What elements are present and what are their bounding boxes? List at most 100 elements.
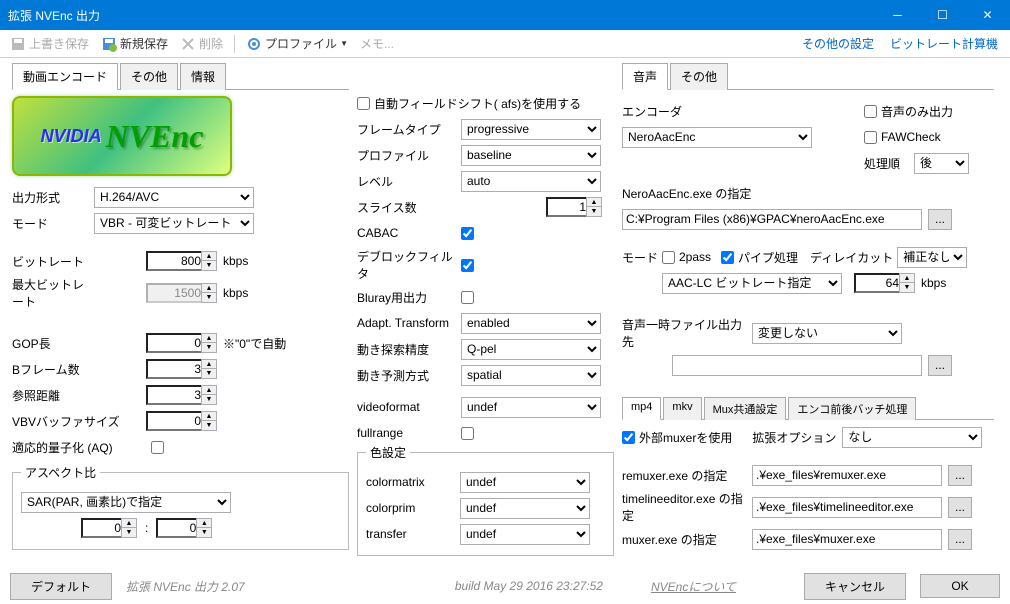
bitrate-calc-link[interactable]: ビットレート計算機 xyxy=(884,33,1004,54)
ref-spinner[interactable]: ▲▼ xyxy=(146,385,217,405)
spin-up-icon[interactable]: ▲ xyxy=(900,274,914,283)
twopass-checkbox[interactable]: 2pass xyxy=(662,250,711,264)
temp-browse-button[interactable]: ... xyxy=(928,355,952,376)
profile-select[interactable]: baseline xyxy=(461,145,601,166)
colormatrix-select[interactable]: undef xyxy=(460,472,590,493)
default-button[interactable]: デフォルト xyxy=(10,573,112,600)
cancel-button[interactable]: キャンセル xyxy=(804,573,906,600)
fawcheck-checkbox[interactable]: FAWCheck xyxy=(864,130,941,144)
afs-checkbox[interactable]: 自動フィールドシフト( afs)を使用する xyxy=(357,95,581,112)
temp-path-input[interactable] xyxy=(672,355,922,376)
ok-button[interactable]: OK xyxy=(920,574,1000,598)
aac-bitrate-input[interactable] xyxy=(854,273,899,293)
encoder-select[interactable]: NeroAacEnc xyxy=(622,127,812,148)
spin-down-icon[interactable]: ▼ xyxy=(202,369,216,378)
delaycut-select[interactable]: 補正なし xyxy=(897,247,967,268)
maximize-button[interactable]: ☐ xyxy=(920,0,965,30)
muxer-input[interactable] xyxy=(752,529,942,550)
aspect-a-spinner[interactable]: ▲▼ xyxy=(81,518,137,538)
muxer-browse-button[interactable]: ... xyxy=(948,529,972,550)
ext-muxer-checkbox[interactable]: 外部muxerを使用 xyxy=(622,429,732,446)
timeline-browse-button[interactable]: ... xyxy=(948,497,972,518)
transfer-select[interactable]: undef xyxy=(460,524,590,545)
audio-only-checkbox[interactable]: 音声のみ出力 xyxy=(864,103,953,120)
frametype-select[interactable]: progressive xyxy=(461,119,601,140)
memo-button[interactable]: メモ... xyxy=(356,33,398,54)
spin-up-icon[interactable]: ▲ xyxy=(197,519,211,528)
timeline-input[interactable] xyxy=(752,497,942,518)
mv-predict-select[interactable]: spatial xyxy=(461,365,601,386)
remuxer-browse-button[interactable]: ... xyxy=(948,465,972,486)
spin-up-icon[interactable]: ▲ xyxy=(122,519,136,528)
order-select[interactable]: 後 xyxy=(914,153,969,174)
exe-path-input[interactable] xyxy=(622,209,922,230)
spin-up-icon[interactable]: ▲ xyxy=(202,386,216,395)
ref-input[interactable] xyxy=(146,385,201,405)
gop-input[interactable] xyxy=(146,333,201,353)
mv-precision-select[interactable]: Q-pel xyxy=(461,339,601,360)
spin-down-icon[interactable]: ▼ xyxy=(587,207,601,216)
spin-up-icon[interactable]: ▲ xyxy=(202,412,216,421)
vbv-spinner[interactable]: ▲▼ xyxy=(146,411,217,431)
aspect-a-input[interactable] xyxy=(81,518,121,538)
cabac-checkbox[interactable] xyxy=(461,227,474,240)
spin-down-icon[interactable]: ▼ xyxy=(202,421,216,430)
vbv-input[interactable] xyxy=(146,411,201,431)
tab-mkv[interactable]: mkv xyxy=(663,397,701,420)
adapt-select[interactable]: enabled xyxy=(461,313,601,334)
profile-dropdown[interactable]: プロファイル ▼ xyxy=(242,33,352,54)
mode-select[interactable]: VBR - 可変ビットレート xyxy=(94,213,254,234)
spin-up-icon[interactable]: ▲ xyxy=(587,198,601,207)
spin-down-icon[interactable]: ▼ xyxy=(197,528,211,537)
spin-down-icon[interactable]: ▼ xyxy=(900,283,914,292)
slices-input[interactable] xyxy=(546,197,586,217)
delete-button[interactable]: 削除 xyxy=(176,33,227,54)
bframes-spinner[interactable]: ▲▼ xyxy=(146,359,217,379)
spin-up-icon[interactable]: ▲ xyxy=(202,252,216,261)
about-link[interactable]: NVEncについて xyxy=(651,578,736,595)
exe-browse-button[interactable]: ... xyxy=(928,209,952,230)
slices-spinner[interactable]: ▲▼ xyxy=(546,197,602,217)
tab-video-encode[interactable]: 動画エンコード xyxy=(12,63,118,90)
deblock-checkbox[interactable] xyxy=(461,259,474,272)
aq-checkbox[interactable]: 適応的量子化 (AQ) xyxy=(12,439,164,456)
aspect-mode-select[interactable]: SAR(PAR, 画素比)で指定 xyxy=(21,492,231,513)
fullrange-checkbox[interactable] xyxy=(461,427,474,440)
bframes-input[interactable] xyxy=(146,359,201,379)
ext-opts-select[interactable]: なし xyxy=(842,427,982,448)
max-bitrate-spinner[interactable]: ▲▼ xyxy=(146,283,217,303)
spin-down-icon[interactable]: ▼ xyxy=(122,528,136,537)
tab-batch[interactable]: エンコ前後バッチ処理 xyxy=(788,397,916,420)
close-button[interactable]: ✕ xyxy=(965,0,1010,30)
spin-up-icon[interactable]: ▲ xyxy=(202,334,216,343)
spin-down-icon[interactable]: ▼ xyxy=(202,261,216,270)
videoformat-select[interactable]: undef xyxy=(461,397,601,418)
remuxer-input[interactable] xyxy=(752,465,942,486)
other-settings-link[interactable]: その他の設定 xyxy=(796,33,880,54)
overwrite-save-button[interactable]: 上書き保存 xyxy=(6,33,93,54)
aspect-b-spinner[interactable]: ▲▼ xyxy=(156,518,212,538)
aac-mode-select[interactable]: AAC-LC ビットレート指定 xyxy=(662,273,842,294)
tab-other[interactable]: その他 xyxy=(120,63,178,90)
aac-bitrate-spinner[interactable]: ▲▼ xyxy=(854,273,915,293)
tab-audio[interactable]: 音声 xyxy=(622,63,668,90)
gop-spinner[interactable]: ▲▼ xyxy=(146,333,217,353)
level-select[interactable]: auto xyxy=(461,171,601,192)
tab-mux-common[interactable]: Mux共通設定 xyxy=(704,397,787,420)
tab-audio-other[interactable]: その他 xyxy=(670,63,728,90)
spin-up-icon[interactable]: ▲ xyxy=(202,360,216,369)
output-format-select[interactable]: H.264/AVC xyxy=(94,187,254,208)
bluray-checkbox[interactable] xyxy=(461,291,474,304)
colorprim-select[interactable]: undef xyxy=(460,498,590,519)
tab-info[interactable]: 情報 xyxy=(180,63,226,90)
minimize-button[interactable]: ─ xyxy=(875,0,920,30)
new-save-button[interactable]: 新規保存 xyxy=(97,33,172,54)
pipe-checkbox[interactable]: パイプ処理 xyxy=(721,249,798,266)
bitrate-input[interactable] xyxy=(146,251,201,271)
spin-down-icon[interactable]: ▼ xyxy=(202,395,216,404)
temp-out-select[interactable]: 変更しない xyxy=(752,323,902,344)
spin-down-icon[interactable]: ▼ xyxy=(202,343,216,352)
bitrate-spinner[interactable]: ▲▼ xyxy=(146,251,217,271)
aspect-b-input[interactable] xyxy=(156,518,196,538)
tab-mp4[interactable]: mp4 xyxy=(622,397,661,420)
